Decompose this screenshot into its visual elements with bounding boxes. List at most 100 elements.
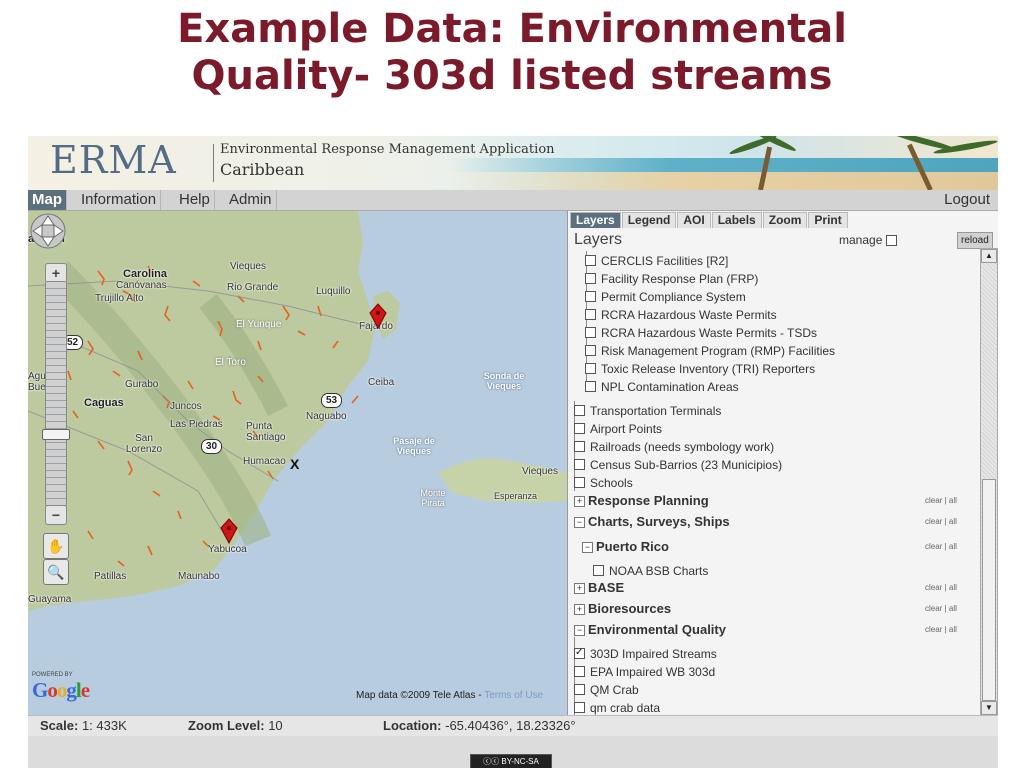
tab-print[interactable]: Print	[808, 212, 848, 228]
map-view[interactable]: an an Carolina Canóvanas Trujillo Alto V…	[28, 211, 567, 715]
layer-row-tri[interactable]: Toxic Release Inventory (TRI) Reporters	[585, 362, 815, 376]
layer-row-transportation-terminals[interactable]: Transportation Terminals	[574, 404, 721, 418]
manage-toggle[interactable]: manage	[839, 233, 898, 247]
layer-row-rmp[interactable]: Risk Management Program (RMP) Facilities	[585, 344, 835, 358]
group-base[interactable]: + BASE	[574, 580, 624, 596]
place-label-maunabo: Maunabo	[178, 571, 220, 582]
layer-checkbox[interactable]	[574, 477, 585, 488]
layer-checkbox[interactable]	[574, 423, 585, 434]
place-label-gurabo: Gurabo	[125, 379, 159, 390]
layer-checkbox[interactable]	[574, 666, 585, 677]
clear-all-links[interactable]: clear | all	[925, 496, 957, 505]
google-logo[interactable]: Google	[32, 678, 90, 703]
group-charts-surveys-ships[interactable]: − Charts, Surveys, Ships	[574, 514, 730, 530]
tab-zoom[interactable]: Zoom	[762, 212, 808, 228]
group-bioresources[interactable]: + Bioresources	[574, 601, 671, 617]
layer-checkbox[interactable]	[585, 273, 596, 284]
layer-checkbox[interactable]	[593, 565, 604, 576]
tab-legend[interactable]: Legend	[621, 212, 677, 228]
location-label: Location:	[383, 718, 442, 733]
layer-row-census[interactable]: Census Sub-Barrios (23 Municipios)	[574, 458, 782, 472]
layer-label: qm crab data	[590, 701, 661, 715]
reload-button[interactable]: reload	[957, 232, 993, 249]
erma-logo[interactable]: ERMA	[50, 138, 177, 182]
layer-checkbox[interactable]	[585, 309, 596, 320]
menu-information[interactable]: Information	[77, 190, 162, 210]
layer-checkbox[interactable]	[585, 345, 596, 356]
layer-row-rcra-tsds[interactable]: RCRA Hazardous Waste Permits - TSDs	[585, 326, 817, 340]
place-label-carolina: Carolina	[123, 268, 168, 280]
collapse-icon[interactable]: −	[582, 542, 593, 553]
layer-row-303d-impaired-streams[interactable]: 303D Impaired Streams	[574, 646, 717, 661]
layer-row-rcra[interactable]: RCRA Hazardous Waste Permits	[585, 308, 777, 322]
clear-all-links[interactable]: clear | all	[925, 625, 957, 634]
layer-checkbox[interactable]	[585, 363, 596, 374]
scroll-up-icon[interactable]: ▲	[981, 249, 997, 263]
pan-control-icon[interactable]	[28, 211, 68, 251]
menu-help[interactable]: Help	[175, 190, 215, 210]
facility-marker-icon[interactable]	[369, 303, 387, 329]
layer-row-pcs[interactable]: Permit Compliance System	[585, 290, 746, 304]
layers-scrollbar[interactable]: ▲ ▼	[980, 248, 998, 715]
place-label-sonda-de-vieques: Sonda de Vieques	[483, 371, 525, 391]
terms-of-use-link[interactable]: Terms of Use	[484, 690, 543, 701]
layer-checkbox[interactable]	[585, 255, 596, 266]
logout-link[interactable]: Logout	[944, 190, 990, 210]
layer-checkbox[interactable]	[585, 327, 596, 338]
layer-checkbox[interactable]	[574, 684, 585, 695]
app-banner: ERMA Environmental Response Management A…	[28, 136, 998, 190]
zoom-out-button[interactable]: −	[45, 505, 67, 525]
expand-icon[interactable]: +	[574, 583, 585, 594]
facility-marker-icon[interactable]	[220, 518, 238, 544]
layer-checkbox-checked[interactable]	[574, 646, 585, 660]
zoom-slider-thumb[interactable]	[42, 429, 70, 440]
expand-icon[interactable]: +	[574, 496, 585, 507]
layer-row-cerclis[interactable]: CERCLIS Facilities [R2]	[585, 254, 728, 268]
layer-row-qm-crab-data[interactable]: qm crab data	[574, 701, 660, 715]
layer-row-epa-impaired-wb[interactable]: EPA Impaired WB 303d	[574, 665, 715, 679]
layer-checkbox[interactable]	[574, 459, 585, 470]
layer-row-frp[interactable]: Facility Response Plan (FRP)	[585, 272, 758, 286]
layer-row-qm-crab[interactable]: QM Crab	[574, 683, 639, 697]
clear-all-links[interactable]: clear | all	[925, 542, 957, 551]
tab-layers[interactable]: Layers	[570, 212, 621, 228]
clear-all-links[interactable]: clear | all	[925, 583, 957, 592]
erma-app-window: ERMA Environmental Response Management A…	[28, 136, 998, 768]
place-label-trujillo-alto: Trujillo Alto	[95, 293, 144, 304]
layer-row-npl[interactable]: NPL Contamination Areas	[585, 380, 739, 394]
google-attribution[interactable]: POWERED BY Google	[32, 672, 90, 703]
tab-aoi[interactable]: AOI	[677, 212, 711, 228]
layer-row-railroads[interactable]: Railroads (needs symbology work)	[574, 440, 774, 454]
group-response-planning[interactable]: + Response Planning	[574, 493, 709, 509]
layer-row-airport-points[interactable]: Airport Points	[574, 422, 662, 436]
layer-label: EPA Impaired WB 303d	[590, 665, 716, 679]
group-puerto-rico[interactable]: − Puerto Rico	[582, 539, 669, 555]
layer-checkbox[interactable]	[585, 291, 596, 302]
menu-admin[interactable]: Admin	[225, 190, 277, 210]
tab-labels[interactable]: Labels	[711, 212, 762, 228]
layer-checkbox[interactable]	[574, 405, 585, 416]
scale-readout: Scale: 1: 433K	[40, 716, 127, 736]
zoom-slider-track[interactable]	[45, 281, 67, 507]
group-environmental-quality[interactable]: − Environmental Quality	[574, 622, 726, 638]
layer-checkbox[interactable]	[585, 381, 596, 392]
layer-label: Airport Points	[590, 422, 663, 436]
menu-map[interactable]: Map	[28, 190, 67, 210]
scrollbar-thumb[interactable]	[982, 479, 996, 701]
clear-all-links[interactable]: clear | all	[925, 517, 957, 526]
zoom-in-button[interactable]: +	[45, 263, 67, 283]
pan-hand-icon[interactable]: ✋	[43, 533, 69, 559]
scale-label: Scale:	[40, 718, 79, 733]
manage-checkbox[interactable]	[886, 235, 898, 247]
creative-commons-badge[interactable]: ⓒⓒ BY-NC-SA	[470, 754, 552, 768]
expand-icon[interactable]: +	[574, 604, 585, 615]
layer-checkbox[interactable]	[574, 702, 585, 713]
collapse-icon[interactable]: −	[574, 625, 585, 636]
zoom-box-icon[interactable]: 🔍	[43, 559, 69, 585]
layer-checkbox[interactable]	[574, 441, 585, 452]
clear-all-links[interactable]: clear | all	[925, 604, 957, 613]
collapse-icon[interactable]: −	[574, 517, 585, 528]
layer-row-schools[interactable]: Schools	[574, 476, 633, 490]
layer-row-noaa-bsb[interactable]: NOAA BSB Charts	[593, 564, 708, 578]
scroll-down-icon[interactable]: ▼	[981, 701, 997, 715]
